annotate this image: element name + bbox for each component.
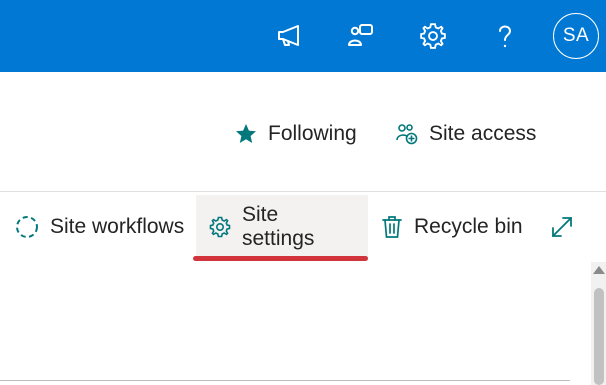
scroll-up-arrow-icon[interactable] xyxy=(593,266,605,274)
trash-icon xyxy=(380,214,404,240)
megaphone-icon[interactable] xyxy=(273,20,305,52)
site-workflows-button[interactable]: Site workflows xyxy=(14,195,184,259)
workflow-icon xyxy=(14,214,40,240)
divider xyxy=(0,191,606,192)
avatar[interactable]: SA xyxy=(553,13,599,59)
help-icon[interactable] xyxy=(489,20,521,52)
content-divider xyxy=(0,380,570,381)
expand-icon xyxy=(549,214,575,240)
gear-icon xyxy=(208,215,232,239)
site-access-label: Site access xyxy=(429,122,537,145)
following-button[interactable]: Following xyxy=(234,116,357,152)
site-settings-button[interactable]: Site settings xyxy=(196,195,368,259)
suite-bar: SA xyxy=(0,0,606,72)
active-tab-indicator xyxy=(193,256,368,261)
site-access-button[interactable]: Site access xyxy=(395,116,536,152)
recycle-bin-label: Recycle bin xyxy=(414,215,523,238)
gear-icon[interactable] xyxy=(417,20,449,52)
star-icon xyxy=(234,122,258,146)
scrollbar-thumb[interactable] xyxy=(594,288,604,385)
site-settings-label: Site settings xyxy=(242,203,315,250)
expand-button[interactable] xyxy=(549,195,575,259)
chat-icon[interactable] xyxy=(345,20,377,52)
people-add-icon xyxy=(395,122,419,146)
following-label: Following xyxy=(268,122,357,145)
recycle-bin-button[interactable]: Recycle bin xyxy=(380,195,523,259)
site-workflows-label: Site workflows xyxy=(50,215,185,238)
